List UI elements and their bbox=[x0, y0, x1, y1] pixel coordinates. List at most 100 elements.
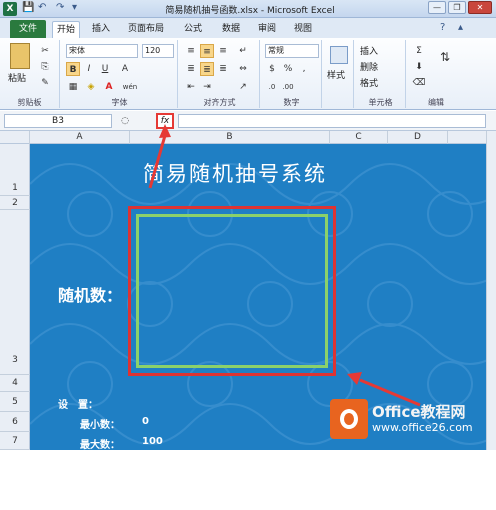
column-header-b[interactable]: B bbox=[130, 131, 330, 144]
name-box[interactable]: B3 bbox=[4, 114, 112, 128]
min-label: 最小数： bbox=[80, 420, 120, 431]
fill-icon[interactable]: ⬇ bbox=[412, 60, 426, 74]
comma-icon[interactable]: , bbox=[297, 62, 311, 76]
select-all-corner[interactable] bbox=[0, 131, 30, 144]
row-header-7[interactable]: 7 bbox=[0, 432, 30, 450]
group-label: 对齐方式 bbox=[203, 98, 236, 107]
tab-formulas[interactable]: 公式 bbox=[180, 21, 206, 38]
group-number: 常规 $ % , .0 .00 数字 bbox=[262, 40, 322, 108]
indent-decrease-icon[interactable]: ⇤ bbox=[184, 80, 198, 94]
help-icon[interactable]: ? bbox=[440, 22, 445, 33]
fill-color-icon[interactable]: ◈ bbox=[84, 80, 98, 94]
random-number-label: 随机数： bbox=[58, 286, 123, 305]
align-middle-icon[interactable]: ≡ bbox=[200, 44, 214, 58]
insert-function-button[interactable]: fx bbox=[156, 113, 174, 129]
grow-font-icon[interactable]: A bbox=[118, 62, 132, 76]
border-icon[interactable]: ▦ bbox=[66, 80, 80, 94]
increase-decimal-icon[interactable]: .0 bbox=[265, 80, 279, 94]
column-header-c[interactable]: C bbox=[330, 131, 388, 144]
group-label: 剪贴板 bbox=[17, 98, 42, 107]
restore-button[interactable]: ❐ bbox=[448, 1, 466, 14]
wrap-text-icon[interactable]: ↵ bbox=[236, 44, 250, 58]
group-label: 字体 bbox=[111, 98, 128, 107]
column-header-d[interactable]: D bbox=[388, 131, 448, 144]
delete-button[interactable]: 删除 bbox=[360, 60, 378, 73]
tab-file[interactable]: 文件 bbox=[10, 20, 46, 38]
align-top-icon[interactable]: ≡ bbox=[184, 44, 198, 58]
row-header-3[interactable]: 3 bbox=[0, 210, 30, 375]
column-header-a[interactable]: A bbox=[30, 131, 130, 144]
tab-page-layout[interactable]: 页面布局 bbox=[124, 21, 168, 38]
format-painter-icon[interactable]: ✎ bbox=[38, 76, 52, 90]
phonetic-icon[interactable]: wén bbox=[120, 80, 140, 94]
copy-icon[interactable]: ⎘ bbox=[38, 60, 52, 74]
tab-insert[interactable]: 插入 bbox=[88, 21, 114, 38]
excel-icon[interactable]: X bbox=[3, 2, 17, 16]
close-button[interactable]: ✕ bbox=[468, 1, 492, 14]
indent-increase-icon[interactable]: ⇥ bbox=[200, 80, 214, 94]
number-format-select[interactable]: 常规 bbox=[265, 44, 319, 58]
italic-button[interactable]: I bbox=[82, 62, 96, 76]
ribbon-tabs: 文件 开始 插入 页面布局 公式 数据 审阅 视图 ? ▴ bbox=[0, 18, 496, 38]
group-label: 数字 bbox=[283, 98, 300, 107]
merge-icon[interactable]: ⇔ bbox=[236, 62, 250, 76]
group-clipboard: 粘贴 ✂ ⎘ ✎ 剪贴板 bbox=[0, 40, 60, 108]
undo-icon[interactable]: ↶ bbox=[38, 2, 46, 13]
formula-bar: B3 ◌ fx bbox=[0, 111, 496, 131]
format-button[interactable]: 格式 bbox=[360, 76, 378, 89]
align-right-icon[interactable]: ≣ bbox=[216, 62, 230, 76]
percent-icon[interactable]: % bbox=[281, 62, 295, 76]
watermark-brand: Office教程网 bbox=[372, 403, 466, 421]
tab-review[interactable]: 审阅 bbox=[254, 21, 280, 38]
row-header-6[interactable]: 6 bbox=[0, 412, 30, 432]
group-styles: 样式 bbox=[324, 40, 354, 108]
random-number-cell-highlight bbox=[128, 206, 336, 376]
row-header-2[interactable]: 2 bbox=[0, 196, 30, 210]
font-color-button[interactable]: A bbox=[102, 80, 116, 94]
save-icon[interactable]: 💾 bbox=[22, 2, 34, 13]
font-size-select[interactable]: 120 bbox=[142, 44, 174, 58]
cut-icon[interactable]: ✂ bbox=[38, 44, 52, 58]
tab-data[interactable]: 数据 bbox=[218, 21, 244, 38]
font-name-select[interactable]: 宋体 bbox=[66, 44, 138, 58]
tab-view[interactable]: 视图 bbox=[290, 21, 316, 38]
min-value[interactable]: 0 bbox=[142, 416, 149, 427]
paste-icon[interactable] bbox=[10, 43, 30, 69]
styles-icon[interactable] bbox=[330, 46, 348, 64]
group-label: 单元格 bbox=[368, 98, 393, 107]
row-headers: 1 2 3 4 5 6 7 bbox=[0, 144, 30, 450]
watermark: Office教程网 www.office26.com bbox=[330, 395, 490, 445]
align-center-icon[interactable]: ≣ bbox=[200, 62, 214, 76]
row-header-1[interactable]: 1 bbox=[0, 144, 30, 196]
minimize-button[interactable]: — bbox=[428, 1, 446, 14]
customize-qat-icon[interactable]: ▾ bbox=[72, 2, 77, 13]
underline-button[interactable]: U bbox=[98, 62, 112, 76]
group-font: 宋体 120 B I U A ▦ ◈ A wén 字体 bbox=[62, 40, 178, 108]
insert-button[interactable]: 插入 bbox=[360, 44, 378, 57]
decrease-decimal-icon[interactable]: .00 bbox=[281, 80, 295, 94]
row-header-5[interactable]: 5 bbox=[0, 392, 30, 412]
orientation-icon[interactable]: ↗ bbox=[236, 80, 250, 94]
redo-icon[interactable]: ↷ bbox=[56, 2, 64, 13]
settings-label: 设 置： bbox=[58, 400, 98, 411]
tab-home[interactable]: 开始 bbox=[52, 21, 81, 38]
clear-icon[interactable]: ⌫ bbox=[412, 76, 426, 90]
max-label: 最大数： bbox=[80, 440, 120, 450]
styles-button[interactable]: 样式 bbox=[327, 68, 345, 81]
formula-collapse-icon[interactable]: ◌ bbox=[118, 114, 132, 128]
bold-button[interactable]: B bbox=[66, 62, 80, 76]
formula-input[interactable] bbox=[178, 114, 486, 128]
align-bottom-icon[interactable]: ≡ bbox=[216, 44, 230, 58]
autosum-icon[interactable]: Σ bbox=[412, 44, 426, 58]
row-header-4[interactable]: 4 bbox=[0, 375, 30, 392]
group-editing: Σ ⬇ ⌫ ⇅ 编辑 bbox=[408, 40, 464, 108]
paste-button[interactable]: 粘贴 bbox=[8, 71, 26, 84]
random-number-cell[interactable] bbox=[136, 214, 328, 368]
group-cells: 插入 删除 格式 单元格 bbox=[356, 40, 406, 108]
ribbon-minimize-icon[interactable]: ▴ bbox=[458, 22, 463, 33]
align-left-icon[interactable]: ≣ bbox=[184, 62, 198, 76]
max-value[interactable]: 100 bbox=[142, 436, 163, 447]
office-logo-icon bbox=[330, 399, 368, 439]
currency-icon[interactable]: $ bbox=[265, 62, 279, 76]
sort-filter-icon[interactable]: ⇅ bbox=[434, 50, 456, 64]
